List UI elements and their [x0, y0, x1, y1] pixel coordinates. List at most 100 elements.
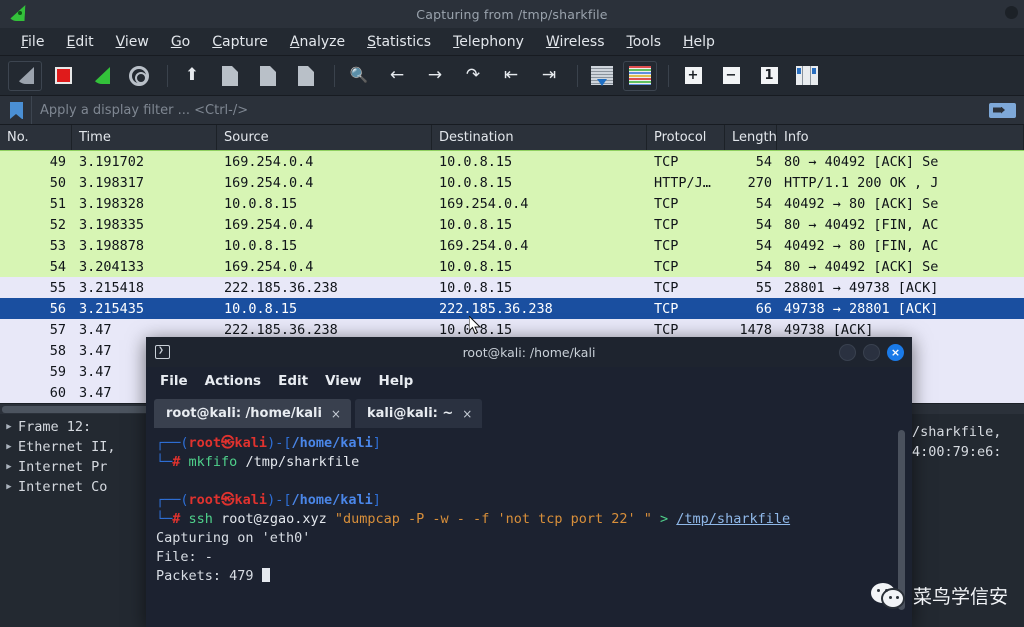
packet-no: 50 [49, 174, 66, 191]
packet-time: 3.198328 [79, 195, 145, 212]
prompt-tree-glyph: ┌── [156, 435, 181, 451]
command-mkfifo-args: /tmp/sharkfile [245, 454, 360, 470]
prompt-host-1: kali [234, 435, 268, 451]
terminal-output-capturing: Capturing on 'eth0' [156, 530, 311, 546]
zoom-out-icon[interactable]: − [714, 61, 748, 91]
go-to-last-packet-icon[interactable]: ⇥ [532, 61, 566, 91]
terminal-output-packets: Packets: 479 [156, 568, 254, 584]
expand-triangle-icon[interactable]: ▶ [0, 442, 18, 452]
table-row[interactable]: 52 3.198335 169.254.0.4 10.0.8.15 TCP 54 80 → … [0, 214, 1024, 235]
table-row[interactable]: 54 3.204133 169.254.0.4 10.0.8.15 TCP 54 80 → … [0, 256, 1024, 277]
prompt-at-1: ㉿ [221, 435, 235, 451]
terminal-cursor [261, 568, 270, 582]
zoom-in-icon[interactable]: + [676, 61, 710, 91]
save-file-icon[interactable] [213, 61, 247, 91]
go-to-packet-icon[interactable]: ↷ [456, 61, 490, 91]
menu-edit[interactable]: Edit [55, 32, 104, 52]
column-header-time[interactable]: Time [72, 125, 217, 150]
close-file-icon[interactable] [251, 61, 285, 91]
terminal-line-prompt-1: ┌──(root㉿kali)-[/home/kali] [156, 435, 381, 451]
go-forward-icon[interactable]: → [418, 61, 452, 91]
open-file-icon[interactable]: ⬆ [175, 61, 209, 91]
table-row[interactable]: 55 3.215418 222.185.36.238 10.0.8.15 TCP 55 28… [0, 277, 1024, 298]
menu-capture[interactable]: Capture [201, 32, 279, 52]
terminal-prompt-icon [155, 345, 170, 359]
column-header-source[interactable]: Source [217, 125, 432, 150]
expand-triangle-icon[interactable]: ▶ [0, 482, 18, 492]
close-tab-icon[interactable]: × [331, 407, 341, 421]
filter-bookmark-icon[interactable] [10, 101, 23, 119]
auto-scroll-icon[interactable] [585, 61, 619, 91]
menu-telephony[interactable]: Telephony [442, 32, 535, 52]
table-row[interactable]: 51 3.198328 10.0.8.15 169.254.0.4 TCP 54 40492… [0, 193, 1024, 214]
find-packet-icon[interactable]: 🔍 [342, 61, 376, 91]
start-capture-shark-fin-icon[interactable] [8, 60, 42, 91]
go-back-icon[interactable]: ← [380, 61, 414, 91]
packet-destination: 10.0.8.15 [439, 279, 513, 296]
terminal-window[interactable]: root@kali: /home/kali × File Actions Edi… [146, 337, 912, 627]
search-input[interactable]: Apply a display filter ... <Ctrl-/> [31, 96, 989, 124]
terminal-output[interactable]: ┌──(root㉿kali)-[/home/kali] └─# mkfifo /… [146, 428, 912, 624]
terminal-menu-actions[interactable]: Actions [205, 373, 261, 389]
terminal-menu-file[interactable]: File [160, 373, 188, 389]
menu-wireless[interactable]: Wireless [535, 32, 616, 52]
terminal-tab-kali[interactable]: kali@kali: ~ × [354, 399, 483, 428]
terminal-title: root@kali: /home/kali [462, 344, 596, 360]
go-to-first-packet-icon[interactable]: ⇤ [494, 61, 528, 91]
colorize-packets-icon[interactable] [623, 60, 657, 91]
terminal-tabbar: root@kali: /home/kali × kali@kali: ~ × [146, 395, 912, 428]
menu-tools[interactable]: Tools [616, 32, 673, 52]
column-header-destination[interactable]: Destination [432, 125, 647, 150]
detail-label-ip: Internet Pr [18, 459, 108, 475]
apply-filter-arrow-icon[interactable] [989, 102, 1016, 118]
menu-go[interactable]: Go [160, 32, 201, 52]
terminal-menu-view[interactable]: View [325, 373, 361, 389]
table-row[interactable]: 56 3.215435 10.0.8.15 222.185.36.238 TCP 66 49… [0, 298, 1024, 319]
reload-file-icon[interactable] [289, 61, 323, 91]
menu-analyze[interactable]: Analyze [279, 32, 356, 52]
menu-statistics[interactable]: Statistics [356, 32, 442, 52]
restart-capture-icon[interactable] [84, 61, 118, 91]
column-header-length[interactable]: Length [725, 125, 777, 150]
mouse-cursor-icon [469, 316, 481, 335]
close-button[interactable]: × [887, 344, 904, 361]
menu-view[interactable]: View [105, 32, 160, 52]
expand-triangle-icon[interactable]: ▶ [0, 422, 18, 432]
packet-info: HTTP/1.1 200 OK , J [784, 174, 939, 191]
table-row[interactable]: 50 3.198317 169.254.0.4 10.0.8.15 HTTP/J… 270… [0, 172, 1024, 193]
maximize-button[interactable] [863, 344, 880, 361]
terminal-tab-root[interactable]: root@kali: /home/kali × [154, 399, 351, 428]
packet-no: 60 [49, 384, 66, 401]
terminal-titlebar: root@kali: /home/kali × [146, 337, 912, 367]
minimize-button[interactable] [839, 344, 856, 361]
packet-time: 3.198335 [79, 216, 145, 233]
column-header-info[interactable]: Info [777, 125, 1024, 150]
window-title: Capturing from /tmp/sharkfile [416, 6, 608, 22]
terminal-menu-edit[interactable]: Edit [278, 373, 308, 389]
prompt-path-2: /home/kali [291, 492, 373, 508]
menu-file[interactable]: File [10, 32, 55, 52]
packet-no: 52 [49, 216, 66, 233]
terminal-menu-help[interactable]: Help [379, 373, 414, 389]
prompt-host-2: kali [234, 492, 268, 508]
packet-protocol: TCP [654, 258, 679, 275]
zoom-reset-icon[interactable]: 1 [752, 61, 786, 91]
expand-triangle-icon[interactable]: ▶ [0, 462, 18, 472]
packet-protocol: TCP [654, 195, 679, 212]
window-close-button[interactable] [1005, 6, 1018, 19]
close-tab-icon[interactable]: × [462, 407, 472, 421]
packet-no: 56 [49, 300, 66, 317]
packet-source: 169.254.0.4 [224, 216, 314, 233]
table-row[interactable]: 53 3.198878 10.0.8.15 169.254.0.4 TCP 54 40492… [0, 235, 1024, 256]
capture-options-gear-icon[interactable] [122, 61, 156, 91]
menu-help[interactable]: Help [672, 32, 726, 52]
column-header-no[interactable]: No. [0, 125, 72, 150]
table-row[interactable]: 49 3.191702 169.254.0.4 10.0.8.15 TCP 54 80 → … [0, 151, 1024, 172]
packet-info: 80 → 40492 [FIN, AC [784, 216, 939, 233]
column-header-protocol[interactable]: Protocol [647, 125, 725, 150]
resize-columns-icon[interactable] [790, 61, 824, 91]
packet-protocol: TCP [654, 237, 679, 254]
stop-capture-icon[interactable] [46, 61, 80, 91]
packet-no: 57 [49, 321, 66, 338]
